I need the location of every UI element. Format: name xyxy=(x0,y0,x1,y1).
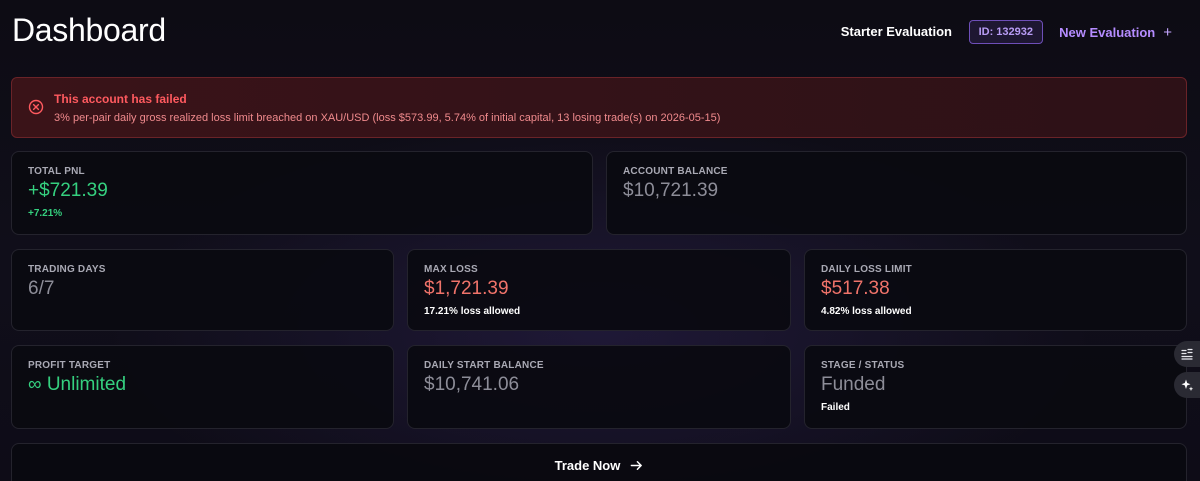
account-balance-label: ACCOUNT BALANCE xyxy=(623,166,728,177)
alert-title: This account has failed xyxy=(54,92,187,106)
max-loss-value: $1,721.39 xyxy=(424,278,509,299)
trading-days-card: TRADING DAYS 6/7 xyxy=(11,249,394,331)
dashboard-header: Dashboard Starter Evaluation ID: 132932 … xyxy=(12,0,1188,66)
daily-start-balance-card: DAILY START BALANCE $10,741.06 xyxy=(407,345,791,429)
list-settings-icon xyxy=(1181,348,1193,360)
profit-target-card: PROFIT TARGET ∞ Unlimited xyxy=(11,345,394,429)
profit-target-label: PROFIT TARGET xyxy=(28,360,111,371)
new-evaluation-label: New Evaluation xyxy=(1059,25,1156,40)
total-pnl-label: TOTAL PNL xyxy=(28,166,85,177)
max-loss-label: MAX LOSS xyxy=(424,264,478,275)
max-loss-allowed: 17.21% loss allowed xyxy=(424,306,521,317)
trading-days-value: 6/7 xyxy=(28,278,55,299)
alert-message: 3% per-pair daily gross realized loss li… xyxy=(54,112,721,124)
stage-status-label: STAGE / STATUS xyxy=(821,360,905,371)
evaluation-name[interactable]: Starter Evaluation xyxy=(841,24,952,39)
evaluation-id-badge[interactable]: ID: 132932 xyxy=(968,20,1043,44)
trade-now-label: Trade Now xyxy=(554,458,621,473)
sparkles-icon xyxy=(1181,379,1194,391)
status-value: Failed xyxy=(821,402,850,413)
account-failed-alert: This account has failed 3% per-pair dail… xyxy=(11,77,1187,138)
daily-loss-limit-value: $517.38 xyxy=(821,278,890,299)
daily-loss-limit-card: DAILY LOSS LIMIT $517.38 4.82% loss allo… xyxy=(804,249,1187,331)
stage-value: Funded xyxy=(821,374,886,395)
total-pnl-card: TOTAL PNL +$721.39 +7.21% xyxy=(11,151,593,235)
stage-status-card: STAGE / STATUS Funded Failed xyxy=(804,345,1187,429)
arrow-right-icon xyxy=(631,461,643,470)
total-pnl-percent: +7.21% xyxy=(28,208,63,219)
plus-icon: + xyxy=(1163,24,1172,41)
ai-assistant-button[interactable] xyxy=(1174,372,1200,398)
page-title: Dashboard xyxy=(12,12,166,48)
max-loss-card: MAX LOSS $1,721.39 17.21% loss allowed xyxy=(407,249,791,331)
trade-now-button[interactable]: Trade Now xyxy=(11,443,1187,481)
profit-target-value: ∞ Unlimited xyxy=(28,374,127,395)
daily-start-balance-value: $10,741.06 xyxy=(424,374,520,395)
trade-now-content: Trade Now xyxy=(555,458,644,473)
trading-days-label: TRADING DAYS xyxy=(28,264,106,275)
side-panel-button[interactable] xyxy=(1174,341,1200,367)
x-circle-icon xyxy=(28,99,44,115)
account-balance-value: $10,721.39 xyxy=(623,180,719,201)
daily-loss-limit-allowed: 4.82% loss allowed xyxy=(821,306,912,317)
daily-start-balance-label: DAILY START BALANCE xyxy=(424,360,544,371)
account-balance-card: ACCOUNT BALANCE $10,721.39 xyxy=(606,151,1187,235)
new-evaluation-button[interactable]: New Evaluation + xyxy=(1059,24,1172,41)
total-pnl-value: +$721.39 xyxy=(28,180,108,201)
daily-loss-limit-label: DAILY LOSS LIMIT xyxy=(821,264,912,275)
